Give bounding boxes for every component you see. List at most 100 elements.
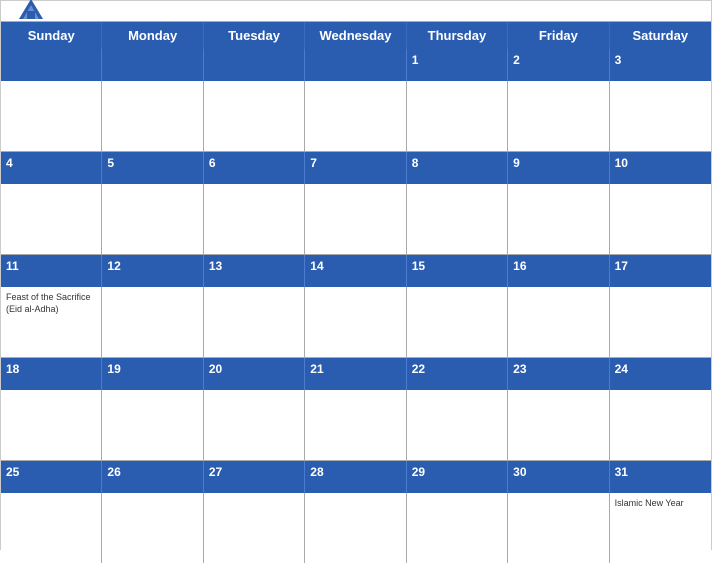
week-content-row-3 <box>1 390 711 461</box>
week-content-row-1 <box>1 184 711 255</box>
week-header-cell <box>305 49 406 81</box>
day-number: 29 <box>412 465 425 479</box>
day-cell <box>204 81 305 151</box>
day-number: 13 <box>209 259 222 273</box>
logo-icon <box>17 0 45 25</box>
week-header-cell <box>1 49 102 81</box>
day-cell <box>407 81 508 151</box>
day-cell <box>1 493 102 563</box>
day-header-friday: Friday <box>508 22 609 49</box>
day-number: 15 <box>412 259 425 273</box>
week-header-cell: 3 <box>610 49 711 81</box>
day-number: 17 <box>615 259 628 273</box>
week-content-row-0 <box>1 81 711 152</box>
week-header-cell <box>102 49 203 81</box>
day-number: 2 <box>513 53 520 67</box>
day-number: 28 <box>310 465 323 479</box>
day-cell <box>1 390 102 460</box>
day-cell <box>305 493 406 563</box>
week-header-cell: 8 <box>407 152 508 184</box>
week-header-row-4: 25 26 27 28 29 30 31 <box>1 461 711 493</box>
day-cell <box>204 184 305 254</box>
week-header-cell: 15 <box>407 255 508 287</box>
event-text: Islamic New Year <box>615 498 706 510</box>
week-header-row-3: 18192021222324 <box>1 358 711 390</box>
day-number: 8 <box>412 156 419 170</box>
day-cell <box>508 390 609 460</box>
week-header-cell: 22 <box>407 358 508 390</box>
week-header-row-1: 4 567 8 9 10 <box>1 152 711 184</box>
day-cell <box>305 390 406 460</box>
week-header-cell: 11 <box>1 255 102 287</box>
day-number: 9 <box>513 156 520 170</box>
day-header-sunday: Sunday <box>1 22 102 49</box>
day-number: 27 <box>209 465 222 479</box>
week-header-cell: 18 <box>1 358 102 390</box>
week-header-cell: 1 <box>407 49 508 81</box>
week-content-row-4: Islamic New Year <box>1 493 711 563</box>
day-number: 24 <box>615 362 628 376</box>
day-cell <box>204 390 305 460</box>
day-number: 26 <box>107 465 120 479</box>
week-content-row-2: Feast of the Sacrifice (Eid al-Adha) <box>1 287 711 358</box>
logo <box>17 0 49 25</box>
day-header-wednesday: Wednesday <box>305 22 406 49</box>
day-cell <box>610 184 711 254</box>
day-number: 30 <box>513 465 526 479</box>
week-header-cell: 20 <box>204 358 305 390</box>
day-number: 23 <box>513 362 526 376</box>
day-cell <box>508 184 609 254</box>
day-header-thursday: Thursday <box>407 22 508 49</box>
day-cell <box>508 287 609 357</box>
day-number: 11 <box>6 259 19 273</box>
day-number: 14 <box>310 259 323 273</box>
day-number: 18 <box>6 362 19 376</box>
day-cell <box>407 390 508 460</box>
day-cell <box>204 287 305 357</box>
week-header-cell: 12 <box>102 255 203 287</box>
day-cell <box>305 184 406 254</box>
calendar-grid: SundayMondayTuesdayWednesdayThursdayFrid… <box>1 21 711 563</box>
calendar: SundayMondayTuesdayWednesdayThursdayFrid… <box>0 0 712 550</box>
event-text: Feast of the Sacrifice (Eid al-Adha) <box>6 292 96 315</box>
day-cell <box>610 390 711 460</box>
weeks-container: 1234567891011121314151617Feast of the Sa… <box>1 49 711 563</box>
day-number: 4 <box>6 156 13 170</box>
week-header-cell: 31 <box>610 461 711 493</box>
week-header-cell: 10 <box>610 152 711 184</box>
week-header-cell: 6 <box>204 152 305 184</box>
week-header-cell: 13 <box>204 255 305 287</box>
day-header-tuesday: Tuesday <box>204 22 305 49</box>
day-number: 25 <box>6 465 19 479</box>
day-cell <box>102 390 203 460</box>
week-header-cell: 17 <box>610 255 711 287</box>
day-cell <box>508 81 609 151</box>
day-cell <box>610 81 711 151</box>
week-header-cell: 28 <box>305 461 406 493</box>
day-number: 31 <box>615 465 628 479</box>
week-header-cell <box>204 49 305 81</box>
week-header-cell: 2 <box>508 49 609 81</box>
week-header-cell: 19 <box>102 358 203 390</box>
day-number: 3 <box>615 53 622 67</box>
day-cell <box>204 493 305 563</box>
day-number: 7 <box>310 156 317 170</box>
day-header-saturday: Saturday <box>610 22 711 49</box>
day-cell: Feast of the Sacrifice (Eid al-Adha) <box>1 287 102 357</box>
day-cell <box>102 287 203 357</box>
day-headers-row: SundayMondayTuesdayWednesdayThursdayFrid… <box>1 22 711 49</box>
day-cell <box>407 287 508 357</box>
week-header-cell: 23 <box>508 358 609 390</box>
week-header-cell: 24 <box>610 358 711 390</box>
day-cell <box>305 81 406 151</box>
day-cell <box>1 184 102 254</box>
day-cell <box>407 184 508 254</box>
week-header-cell: 27 <box>204 461 305 493</box>
day-number: 20 <box>209 362 222 376</box>
week-header-cell: 5 <box>102 152 203 184</box>
calendar-header <box>1 1 711 21</box>
day-cell <box>102 81 203 151</box>
day-number: 10 <box>615 156 628 170</box>
day-cell <box>508 493 609 563</box>
day-cell <box>610 287 711 357</box>
